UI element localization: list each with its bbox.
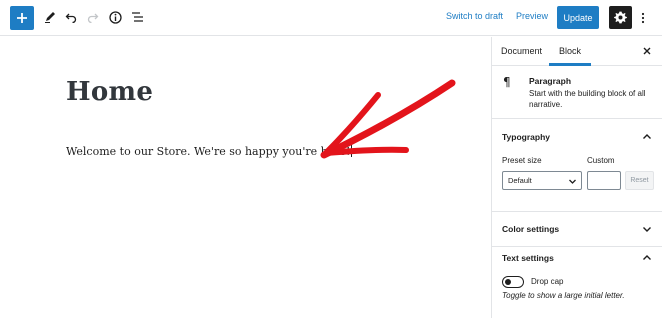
- block-name: Paragraph: [529, 76, 572, 86]
- settings-button[interactable]: [609, 6, 632, 29]
- chevron-up-icon: [643, 255, 651, 260]
- custom-size-label: Custom: [587, 156, 615, 165]
- update-button[interactable]: Update: [557, 6, 599, 29]
- redo-icon: [87, 13, 99, 23]
- preset-size-value: Default: [508, 176, 532, 185]
- custom-size-input[interactable]: [587, 171, 621, 190]
- settings-sidebar: Document Block ¶ Paragraph Start with th…: [491, 37, 662, 318]
- preset-size-label: Preset size: [502, 156, 542, 165]
- preview-button[interactable]: Preview: [516, 11, 548, 21]
- plus-icon: [17, 13, 27, 23]
- close-icon: [643, 47, 651, 55]
- block-card: ¶ Paragraph Start with the building bloc…: [492, 67, 662, 119]
- close-sidebar-button[interactable]: [641, 45, 653, 57]
- preset-size-select[interactable]: Default: [502, 171, 582, 190]
- tab-block[interactable]: Block: [559, 46, 581, 56]
- editor-canvas: Home Welcome to our Store. We're so happ…: [0, 37, 491, 318]
- more-vertical-icon: [641, 12, 645, 24]
- add-block-button[interactable]: [10, 6, 34, 30]
- red-arrow-annotation: [320, 79, 456, 159]
- sidebar-tabs: Document Block: [492, 37, 662, 66]
- active-tab-indicator: [549, 63, 591, 66]
- info-icon: [108, 10, 122, 24]
- tools-button[interactable]: [42, 9, 58, 25]
- block-navigation-button[interactable]: [129, 9, 145, 25]
- reset-size-button[interactable]: Reset: [625, 171, 654, 190]
- redo-button[interactable]: [85, 9, 101, 25]
- drop-cap-toggle[interactable]: [502, 276, 524, 288]
- typography-panel-toggle[interactable]: Typography: [492, 119, 662, 155]
- pencil-icon: [45, 12, 55, 23]
- gear-icon: [614, 11, 627, 24]
- post-title[interactable]: Home: [66, 77, 153, 107]
- chevron-up-icon: [643, 134, 651, 139]
- block-description: Start with the building block of all nar…: [529, 89, 646, 109]
- toggle-knob: [505, 278, 511, 285]
- list-view-icon: [131, 12, 143, 22]
- chevron-down-icon: [643, 227, 651, 232]
- undo-button[interactable]: [63, 9, 79, 25]
- editor-toolbar: Switch to draft Preview Update: [0, 0, 662, 36]
- content-structure-button[interactable]: [107, 9, 123, 25]
- typography-panel-title: Typography: [502, 132, 551, 142]
- drop-cap-label: Drop cap: [531, 277, 564, 286]
- chevron-down-icon: [569, 179, 576, 184]
- paragraph-block-icon: ¶: [503, 75, 511, 89]
- color-settings-title: Color settings: [502, 224, 560, 234]
- text-settings-panel-toggle[interactable]: Text settings: [492, 240, 662, 276]
- more-menu-button[interactable]: [636, 7, 650, 29]
- switch-to-draft-button[interactable]: Switch to draft: [446, 11, 503, 21]
- tab-document[interactable]: Document: [501, 46, 542, 56]
- text-settings-title: Text settings: [502, 253, 554, 263]
- undo-icon: [65, 13, 77, 23]
- drop-cap-help-text: Toggle to show a large initial letter.: [502, 291, 625, 300]
